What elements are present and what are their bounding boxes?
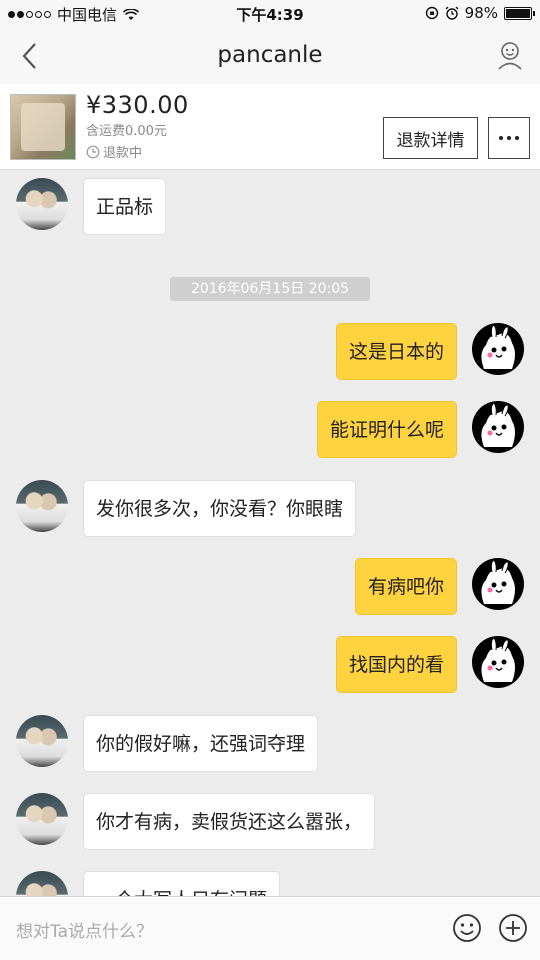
nav-bar: pancanle bbox=[0, 28, 540, 84]
seller-avatar[interactable] bbox=[16, 793, 68, 845]
input-bar: 想对Ta说点什么？ bbox=[0, 896, 540, 960]
more-button[interactable] bbox=[488, 117, 530, 159]
message-bubble-in[interactable]: 正品标 bbox=[83, 178, 167, 235]
message-bubble-in[interactable]: 你才有病，卖假货还这么嚣张， bbox=[83, 793, 376, 850]
refund-status: 退款中 bbox=[86, 142, 142, 161]
user-avatar[interactable] bbox=[472, 401, 524, 453]
user-avatar[interactable] bbox=[472, 636, 524, 688]
refund-details-button[interactable]: 退款详情 bbox=[383, 117, 478, 159]
message-bubble-out[interactable]: 这是日本的 bbox=[335, 323, 457, 380]
shipping-fee: 含运费0.00元 bbox=[86, 124, 167, 139]
alarm-icon bbox=[445, 6, 459, 20]
clock-icon bbox=[86, 145, 100, 158]
profile-icon[interactable] bbox=[496, 40, 524, 70]
message-bubble-out[interactable]: 有病吧你 bbox=[354, 558, 457, 615]
message-bubble-in[interactable]: 你的假好嘛，还强词夺理 bbox=[83, 715, 319, 772]
seller-avatar[interactable] bbox=[16, 715, 68, 767]
product-card: ¥330.00 含运费0.00元 退款中 退款详情 bbox=[0, 84, 540, 170]
message-bubble-out[interactable]: 找国内的看 bbox=[335, 636, 457, 693]
message-input[interactable]: 想对Ta说点什么？ bbox=[16, 917, 153, 942]
more-dots-icon bbox=[499, 136, 503, 140]
seller-avatar[interactable] bbox=[16, 871, 68, 896]
rotation-lock-icon bbox=[425, 6, 438, 20]
user-avatar[interactable] bbox=[472, 323, 524, 375]
battery-percent: 98% bbox=[464, 4, 498, 22]
battery-icon bbox=[504, 6, 535, 20]
status-right: 98% bbox=[425, 4, 535, 22]
refund-status-label: 退款中 bbox=[103, 146, 143, 161]
product-price: ¥330.00 bbox=[86, 91, 189, 119]
chat-area[interactable]: 正品标 2016年06月15日 20:05 这是日本的 能证明什么呢 发你很多次… bbox=[0, 170, 540, 896]
timestamp: 2016年06月15日 20:05 bbox=[170, 277, 370, 301]
user-avatar[interactable] bbox=[472, 558, 524, 610]
seller-avatar[interactable] bbox=[16, 178, 68, 230]
product-thumbnail[interactable] bbox=[10, 94, 76, 160]
status-bar: 中国电信 下午4:39 98% bbox=[0, 0, 540, 28]
chat-title: pancanle bbox=[217, 42, 323, 68]
message-bubble-in[interactable]: 发你很多次，你没看？你眼瞎 bbox=[83, 480, 357, 537]
message-bubble-out[interactable]: 能证明什么呢 bbox=[316, 401, 457, 458]
add-icon[interactable] bbox=[498, 913, 528, 943]
message-bubble-in[interactable]: 一个大写人只有问题 bbox=[83, 871, 281, 896]
seller-avatar[interactable] bbox=[16, 480, 68, 532]
emoji-icon[interactable] bbox=[452, 913, 482, 943]
